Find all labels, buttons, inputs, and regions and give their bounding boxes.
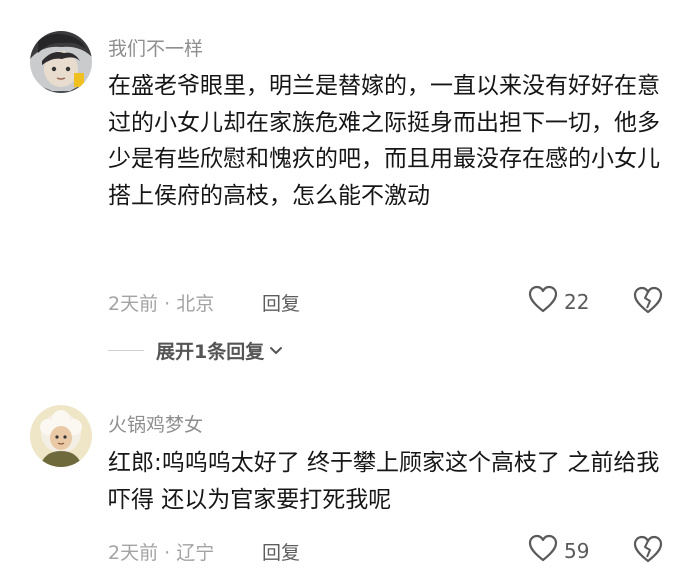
comment-meta: 2天前 · 辽宁: [108, 542, 215, 564]
username[interactable]: 火锅鸡梦女: [108, 410, 203, 437]
heart-outline-icon: [528, 285, 558, 318]
chevron-down-icon: [268, 340, 284, 362]
comment-item: 火锅鸡梦女 红郎:呜呜呜太好了 终于攀上顾家这个高枝了 之前给我吓得 还以为官家…: [0, 380, 690, 571]
divider-line: [108, 350, 144, 351]
dislike-button[interactable]: [633, 535, 663, 567]
broken-heart-icon: [633, 286, 663, 318]
comment-text: 红郎:呜呜呜太好了 终于攀上顾家这个高枝了 之前给我吓得 还以为官家要打死我呢: [108, 450, 660, 513]
dislike-button[interactable]: [633, 286, 663, 318]
comment-text: 在盛老爷眼里，明兰是替嫁的，一直以来没有好好在意过的小女儿却在家族危难之际挺身而…: [108, 73, 660, 209]
avatar[interactable]: [30, 405, 92, 467]
like-count: 22: [564, 289, 590, 314]
expand-replies-label: 展开1条回复: [156, 341, 265, 363]
username[interactable]: 我们不一样: [108, 34, 203, 61]
comment-item: 我们不一样 在盛老爷眼里，明兰是替嫁的，一直以来没有好好在意过的小女儿却在家族危…: [0, 0, 690, 380]
expand-replies-button[interactable]: 展开1条回复: [108, 337, 284, 364]
reply-button[interactable]: 回复: [262, 289, 300, 316]
reply-button[interactable]: 回复: [262, 538, 300, 565]
like-button[interactable]: 22: [528, 285, 589, 318]
like-count: 59: [564, 538, 590, 563]
broken-heart-icon: [633, 535, 663, 567]
heart-outline-icon: [528, 534, 558, 567]
comment-meta: 2天前 · 北京: [108, 293, 215, 315]
like-button[interactable]: 59: [528, 534, 589, 567]
avatar[interactable]: [30, 31, 92, 93]
